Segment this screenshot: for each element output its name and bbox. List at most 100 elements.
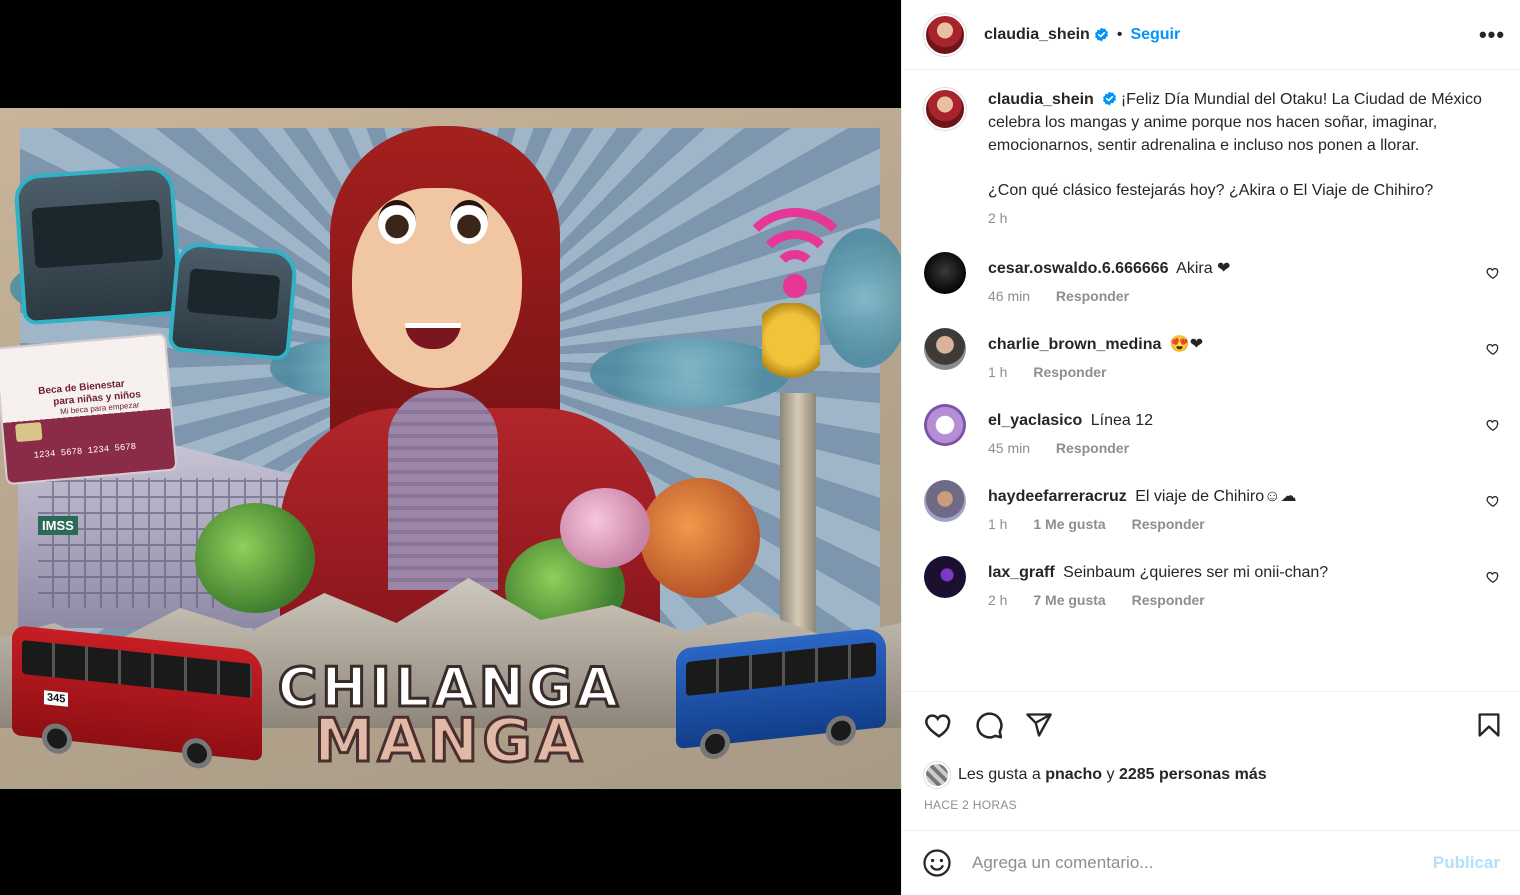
caption-body: claudia_shein ¡Feliz Día Mundial del Ota… — [988, 88, 1502, 202]
commenter-avatar[interactable] — [924, 328, 966, 370]
comment-item: el_yaclasico Línea 12 45 min Responder — [924, 404, 1502, 456]
comment-meta: 2 h 7 Me gusta Responder — [988, 592, 1502, 608]
comment-text: El viaje de Chihiro☺☁ — [1135, 488, 1297, 505]
comment-meta: 45 min Responder — [988, 440, 1502, 456]
card-chip — [15, 421, 43, 443]
image-tree — [640, 478, 760, 598]
caption-meta: 2 h — [988, 210, 1502, 226]
commenter-avatar[interactable] — [924, 252, 966, 294]
comment-time[interactable]: 2 h — [988, 592, 1007, 608]
image-card-number: 1234 5678 1234 5678 — [33, 441, 137, 461]
comment-like-heart-icon[interactable] — [1486, 494, 1500, 508]
comment-like-heart-icon[interactable] — [1486, 266, 1500, 280]
add-comment-bar: Publicar — [902, 831, 1520, 895]
reply-button[interactable]: Responder — [1056, 288, 1129, 304]
image-blue-bus — [676, 626, 886, 761]
comment-likes-count[interactable]: 7 Me gusta — [1033, 592, 1105, 608]
comment-time[interactable]: 1 h — [988, 364, 1007, 380]
comment-like-heart-icon[interactable] — [1486, 418, 1500, 432]
comment-time[interactable]: 45 min — [988, 440, 1030, 456]
comment-meta: 46 min Responder — [988, 288, 1502, 304]
post-media[interactable]: HOSPITAL GENERAL CUAJIMALPA IMSS Beca de… — [0, 0, 901, 895]
comment-body: charlie_brown_medina 😍❤ — [988, 328, 1502, 356]
comment-item: charlie_brown_medina 😍❤ 1 h Responder — [924, 328, 1502, 380]
commenter-avatar[interactable] — [924, 480, 966, 522]
caption-avatar[interactable] — [924, 88, 966, 130]
comment-like-heart-icon[interactable] — [1486, 342, 1500, 356]
likes-summary: Les gusta a pnacho y 2285 personas más — [902, 758, 1520, 792]
add-comment-input[interactable] — [972, 853, 1433, 873]
comment-body: lax_graff Seinbaum ¿quieres ser mi onii-… — [988, 556, 1502, 584]
paper-plane-icon[interactable] — [1022, 708, 1056, 742]
emoji-icon[interactable] — [922, 848, 952, 878]
comment-item: cesar.oswaldo.6.666666 Akira ❤ 46 min Re… — [924, 252, 1502, 304]
comment-bubble-icon[interactable] — [972, 708, 1006, 742]
bookmark-icon[interactable] — [1472, 708, 1506, 742]
comment-likes-count[interactable]: 1 Me gusta — [1033, 516, 1105, 532]
likes-joiner: y — [1106, 766, 1115, 783]
comment-time[interactable]: 46 min — [988, 288, 1030, 304]
commenter-avatar[interactable] — [924, 404, 966, 446]
comment-body: cesar.oswaldo.6.666666 Akira ❤ — [988, 252, 1502, 280]
comment-like-heart-icon[interactable] — [1486, 570, 1500, 584]
commenter-avatar[interactable] — [924, 556, 966, 598]
caption-question: ¿Con qué clásico festejarás hoy? ¿Akira … — [988, 182, 1434, 199]
reply-button[interactable]: Responder — [1132, 516, 1205, 532]
caption-username[interactable]: claudia_shein — [988, 91, 1094, 108]
verified-badge-icon — [1094, 27, 1108, 42]
post-header: claudia_shein • Seguir ••• — [902, 0, 1520, 70]
image-welfare-card: Beca de Bienestar para niñas y niños Mi … — [0, 332, 178, 486]
comments-list[interactable]: claudia_shein ¡Feliz Día Mundial del Ota… — [902, 70, 1520, 692]
comment-username[interactable]: cesar.oswaldo.6.666666 — [988, 260, 1169, 277]
verified-badge-icon — [1102, 91, 1116, 106]
image-angel-statue — [762, 303, 820, 395]
reply-button[interactable]: Responder — [1033, 364, 1106, 380]
comment-username[interactable]: haydeefarreracruz — [988, 488, 1127, 505]
comment-username[interactable]: el_yaclasico — [988, 412, 1082, 429]
instagram-post: HOSPITAL GENERAL CUAJIMALPA IMSS Beca de… — [0, 0, 1520, 895]
image-tree — [195, 503, 315, 613]
image-cloud — [590, 338, 790, 408]
liker-username[interactable]: pnacho — [1045, 766, 1102, 784]
image-tree — [560, 488, 650, 568]
caption-time[interactable]: 2 h — [988, 210, 1007, 226]
comment-text: 😍❤ — [1169, 336, 1204, 353]
post-sidebar: claudia_shein • Seguir ••• claudia_shein… — [901, 0, 1520, 895]
comment-body: haydeefarreracruz El viaje de Chihiro☺☁ — [988, 480, 1502, 508]
comment-text: Akira ❤ — [1176, 260, 1231, 277]
comment-item: lax_graff Seinbaum ¿quieres ser mi onii-… — [924, 556, 1502, 608]
image-gondola — [167, 240, 299, 362]
follow-button[interactable]: Seguir — [1130, 26, 1180, 44]
more-options-icon[interactable]: ••• — [1479, 22, 1504, 47]
liker-avatar[interactable] — [924, 762, 950, 788]
publish-button[interactable]: Publicar — [1433, 853, 1500, 873]
image-gondola — [12, 164, 184, 326]
comment-meta: 1 h 1 Me gusta Responder — [988, 516, 1502, 532]
image-character-eye — [450, 200, 488, 244]
reply-button[interactable]: Responder — [1056, 440, 1129, 456]
post-timestamp[interactable]: HACE 2 HORAS — [902, 792, 1520, 831]
image-imss-sign: IMSS — [38, 516, 78, 535]
comment-meta: 1 h Responder — [988, 364, 1502, 380]
image-character-eye — [378, 200, 416, 244]
author-avatar[interactable] — [924, 13, 966, 56]
likes-count[interactable]: 2285 personas más — [1119, 766, 1267, 784]
comment-time[interactable]: 1 h — [988, 516, 1007, 532]
post-image[interactable]: HOSPITAL GENERAL CUAJIMALPA IMSS Beca de… — [0, 108, 901, 789]
comment-username[interactable]: charlie_brown_medina — [988, 336, 1161, 353]
post-caption: claudia_shein ¡Feliz Día Mundial del Ota… — [924, 88, 1502, 226]
post-actions — [902, 692, 1520, 758]
image-bus-number: 345 — [44, 690, 69, 707]
author-username[interactable]: claudia_shein — [984, 26, 1090, 44]
image-character-sweater — [388, 390, 498, 590]
image-title-line2: MANGA — [312, 705, 587, 778]
comment-body: el_yaclasico Línea 12 — [988, 404, 1502, 432]
heart-icon[interactable] — [922, 708, 956, 742]
wifi-icon — [735, 208, 855, 298]
comment-username[interactable]: lax_graff — [988, 564, 1055, 581]
likes-prefix: Les gusta a — [958, 766, 1041, 783]
comment-item: haydeefarreracruz El viaje de Chihiro☺☁ … — [924, 480, 1502, 532]
reply-button[interactable]: Responder — [1132, 592, 1205, 608]
comment-text: Seinbaum ¿quieres ser mi onii-chan? — [1063, 564, 1329, 581]
header-separator: • — [1116, 25, 1123, 43]
